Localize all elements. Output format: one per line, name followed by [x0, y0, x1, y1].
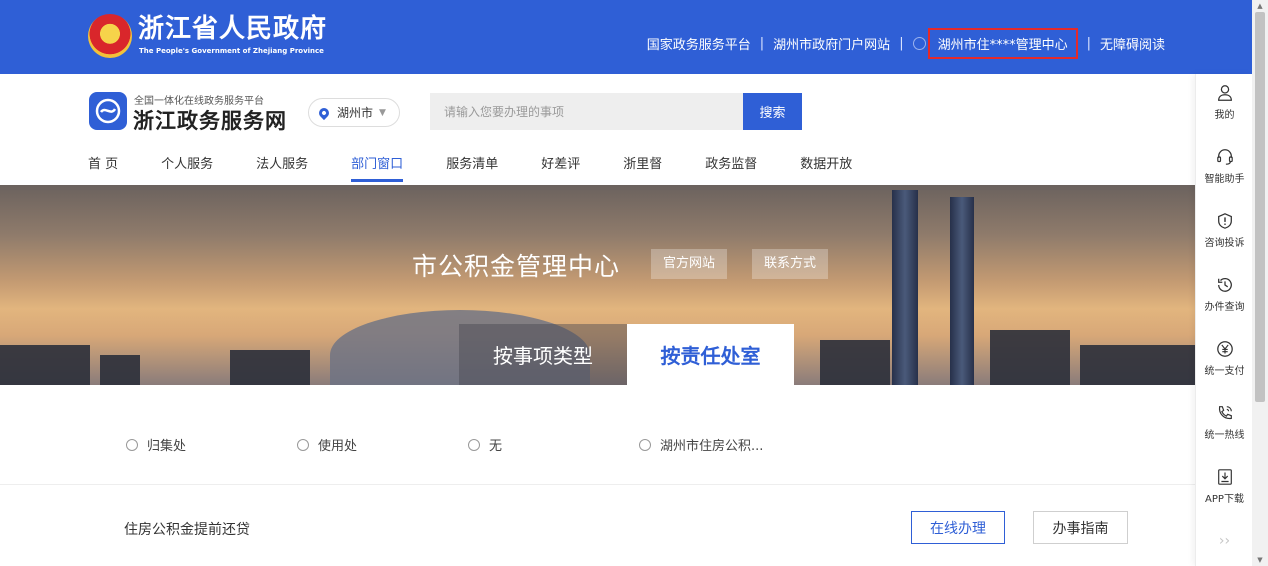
- top-links: 国家政务服务平台 | 湖州市政府门户网站 | 湖州市住****管理中心 | 无障…: [647, 28, 1165, 59]
- scroll-up-arrow-icon[interactable]: ▲: [1252, 0, 1268, 12]
- office-filter-row: 归集处 使用处 无 湖州市住房公积...: [0, 385, 1195, 485]
- service-guide-button[interactable]: 办事指南: [1033, 511, 1128, 544]
- radio-circle-icon: [468, 438, 480, 451]
- sidebar-item-label: 我的: [1214, 110, 1235, 121]
- divider: |: [1086, 36, 1091, 51]
- divider: |: [759, 36, 765, 51]
- nav-zhelidu[interactable]: 浙里督: [623, 153, 662, 182]
- location-pin-icon: [316, 105, 332, 120]
- site-title[interactable]: 浙江省人民政府: [138, 14, 327, 44]
- filter-label: 湖州市住房公积...: [660, 439, 764, 454]
- nav-service-list[interactable]: 服务清单: [446, 153, 498, 182]
- sidebar-item-payment[interactable]: 统一支付: [1196, 330, 1253, 392]
- banner-skyline: [990, 330, 1070, 385]
- radio-circle-icon: [639, 438, 651, 451]
- shield-alert-icon: [1217, 213, 1232, 229]
- history-icon: [1217, 278, 1232, 292]
- user-account-link[interactable]: 湖州市住****管理中心: [927, 28, 1078, 59]
- headset-icon: [1216, 149, 1233, 165]
- official-website-button[interactable]: 官方网站: [651, 249, 728, 279]
- phone-icon: [1218, 406, 1232, 420]
- nav-personal[interactable]: 个人服务: [161, 153, 213, 182]
- user-icon: [912, 37, 926, 50]
- nav-rating[interactable]: 好差评: [541, 153, 580, 182]
- zjzwfw-logo-icon[interactable]: [89, 92, 127, 130]
- sidebar-item-complaint[interactable]: 咨询投诉: [1196, 202, 1253, 264]
- nav-home[interactable]: 首 页: [88, 153, 118, 182]
- filter-radio[interactable]: 湖州市住房公积...: [639, 435, 763, 454]
- sidebar-item-hotline[interactable]: 统一热线: [1196, 394, 1253, 456]
- city-name: 湖州市: [337, 106, 374, 120]
- user-icon: [1217, 85, 1232, 101]
- nav-department[interactable]: 部门窗口: [351, 153, 404, 182]
- nav-legal-person[interactable]: 法人服务: [256, 153, 308, 182]
- right-sidebar: 我的 智能助手 咨询投诉 办件查询 统一支付 统一热线 APP下载 ››: [1195, 74, 1252, 566]
- tab-by-office[interactable]: 按责任处室: [627, 324, 794, 385]
- national-emblem-icon: [88, 14, 132, 58]
- banner-skyline: [820, 340, 890, 385]
- filter-radio[interactable]: 无: [468, 435, 502, 454]
- filter-radio[interactable]: 使用处: [297, 435, 357, 454]
- sidebar-item-label: APP下载: [1205, 494, 1244, 505]
- contact-button[interactable]: 联系方式: [752, 249, 829, 279]
- download-icon: [1217, 469, 1232, 485]
- banner-skyline: [230, 350, 310, 385]
- page-scrollbar[interactable]: ▲ ▼: [1252, 0, 1268, 566]
- site-subtitle: The People's Government of Zhejiang Prov…: [139, 47, 324, 55]
- collapse-sidebar-icon[interactable]: ››: [1196, 516, 1253, 566]
- filter-label: 使用处: [318, 439, 358, 454]
- sidebar-item-label: 智能助手: [1204, 174, 1245, 185]
- sidebar-item-label: 统一热线: [1204, 430, 1245, 441]
- department-title: 市公积金管理中心: [412, 252, 621, 281]
- banner-tower: [892, 190, 918, 385]
- sidebar-item-app-download[interactable]: APP下载: [1196, 458, 1253, 520]
- service-item-title[interactable]: 住房公积金提前还贷: [124, 519, 250, 539]
- banner-tower: [950, 197, 974, 385]
- filter-radio[interactable]: 归集处: [126, 435, 186, 454]
- filter-label: 无: [489, 439, 503, 454]
- banner-skyline: [0, 345, 90, 385]
- filter-label: 归集处: [147, 439, 187, 454]
- site-header: 全国一体化在线政务服务平台 浙江政务服务网 湖州市 ▼ 搜索 首 页 个人服务 …: [0, 74, 1195, 185]
- sidebar-item-query[interactable]: 办件查询: [1196, 266, 1253, 328]
- radio-circle-icon: [297, 438, 309, 451]
- sidebar-item-mine[interactable]: 我的: [1196, 74, 1253, 136]
- department-banner: 市公积金管理中心 官方网站 联系方式 按事项类型 按责任处室: [0, 185, 1195, 385]
- radio-circle-icon: [126, 438, 138, 451]
- search-input[interactable]: [430, 93, 743, 130]
- sidebar-item-label: 办件查询: [1204, 302, 1245, 313]
- top-bar: 浙江省人民政府 The People's Government of Zheji…: [0, 0, 1252, 74]
- link-huzhou-portal[interactable]: 湖州市政府门户网站: [773, 34, 890, 53]
- chevron-down-icon: ▼: [379, 107, 386, 118]
- banner-skyline: [100, 355, 140, 385]
- banner-skyline: [1080, 345, 1195, 385]
- scroll-down-arrow-icon[interactable]: ▼: [1252, 554, 1268, 566]
- logo-title[interactable]: 浙江政务服务网: [133, 105, 287, 135]
- scroll-thumb[interactable]: [1255, 12, 1265, 402]
- accessibility-link[interactable]: 无障碍阅读: [1100, 34, 1165, 53]
- sidebar-item-label: 咨询投诉: [1204, 238, 1245, 249]
- divider: |: [899, 36, 904, 51]
- nav-supervision[interactable]: 政务监督: [705, 153, 757, 182]
- search-button[interactable]: 搜索: [743, 93, 802, 130]
- online-handle-button[interactable]: 在线办理: [911, 511, 1005, 544]
- tab-by-item-type[interactable]: 按事项类型: [459, 324, 627, 385]
- yuan-icon: [1216, 341, 1233, 357]
- nav-open-data[interactable]: 数据开放: [800, 153, 852, 182]
- link-national-platform[interactable]: 国家政务服务平台: [647, 34, 751, 53]
- main-nav: 首 页 个人服务 法人服务 部门窗口 服务清单 好差评 浙里督 政务监督 数据开…: [88, 153, 895, 182]
- sidebar-item-label: 统一支付: [1204, 366, 1245, 377]
- city-selector[interactable]: 湖州市 ▼: [308, 98, 400, 127]
- sidebar-item-assistant[interactable]: 智能助手: [1196, 138, 1253, 200]
